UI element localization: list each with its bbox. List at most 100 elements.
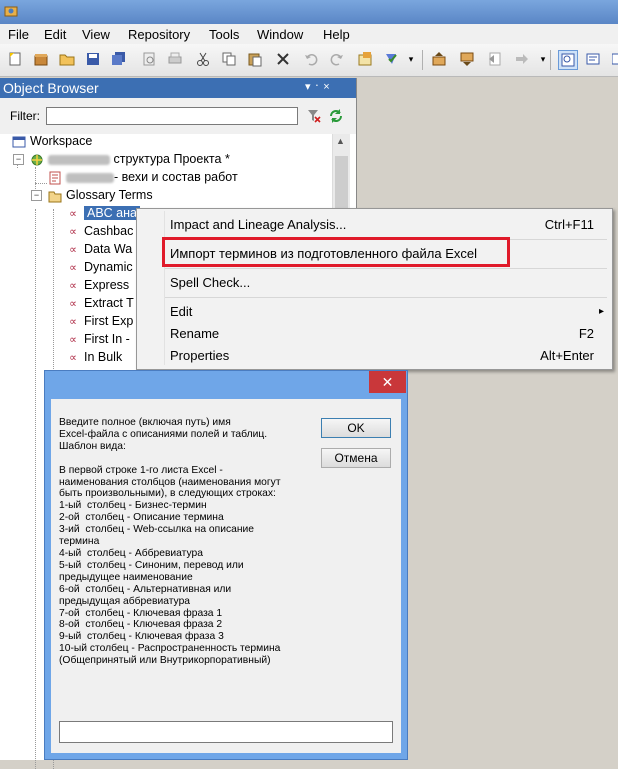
tree-node-label: Workspace (30, 134, 93, 148)
cut-icon[interactable] (194, 50, 212, 68)
arrow-right-icon[interactable] (512, 50, 530, 68)
collapse-icon[interactable]: − (13, 154, 24, 165)
tree-node-label: Cashbac (84, 224, 134, 238)
context-menu: Impact and Lineage Analysis... Ctrl+F11 И… (136, 208, 613, 370)
tree-line (35, 183, 47, 184)
filter-row: Filter: (0, 98, 356, 135)
menu-tools[interactable]: Tools (209, 27, 239, 42)
tree-node-label: Extract T (84, 296, 134, 310)
cancel-button[interactable]: Отмена (321, 448, 391, 468)
tree-node-term[interactable]: ∝ ABC ана (66, 204, 140, 222)
dropdown-icon[interactable]: ▾ (406, 50, 416, 68)
tree-node-term[interactable]: ∝ First Exp (66, 312, 133, 330)
copy-icon[interactable] (220, 50, 238, 68)
menu-item-spell-check[interactable]: Spell Check... (137, 272, 612, 294)
menu-item-edit[interactable]: Edit ▸ (137, 301, 612, 323)
menu-item-shortcut: F2 (578, 326, 594, 341)
menu-item-label: Edit (170, 304, 193, 319)
menu-file[interactable]: File (8, 27, 29, 42)
close-icon[interactable]: ✕ (369, 371, 406, 393)
print-icon[interactable] (166, 50, 184, 68)
import-dialog: ✕ Введите полное (включая путь) имя Exce… (44, 370, 408, 760)
redo-icon[interactable] (328, 50, 346, 68)
menu-item-rename[interactable]: Rename F2 (137, 323, 612, 345)
menu-separator (165, 268, 607, 269)
tree-node-label: - вехи и состав работ (114, 170, 238, 184)
tree-node-term[interactable]: ∝ First In - (66, 330, 130, 348)
panel-controls[interactable]: ▾ ᛫ × (305, 80, 330, 93)
list-icon[interactable] (608, 50, 618, 68)
refresh-icon[interactable] (328, 108, 344, 127)
tree-node-term[interactable]: ∝ Express (66, 276, 129, 294)
object-browser-title: Object Browser (3, 80, 99, 96)
dropdown-icon[interactable]: ▾ (538, 50, 548, 68)
folder-down-icon[interactable] (458, 50, 476, 68)
dialog-prompt: Введите полное (включая путь) имя Excel-… (59, 417, 281, 667)
ok-button[interactable]: OK (321, 418, 391, 438)
redacted-text (48, 154, 110, 165)
delete-icon[interactable] (274, 50, 292, 68)
tree-node-term[interactable]: ∝ Dynamic (66, 258, 133, 276)
tree-node-term[interactable]: ∝ Data Wa (66, 240, 132, 258)
file-path-input[interactable] (59, 721, 393, 743)
menu-window[interactable]: Window (257, 27, 303, 42)
filter-input[interactable] (46, 107, 298, 125)
menu-item-impact-lineage[interactable]: Impact and Lineage Analysis... Ctrl+F11 (137, 214, 612, 236)
tree-node-term[interactable]: ∝ In Bulk (66, 348, 122, 366)
tree-node-glossary-folder[interactable]: Glossary Terms (48, 186, 153, 204)
save-icon[interactable] (84, 50, 102, 68)
toolbar: ▾ ▾ (0, 44, 618, 77)
tree-node-label: First Exp (84, 314, 134, 328)
term-icon: ∝ (69, 351, 77, 364)
tree-node-term[interactable]: ∝ Extract T (66, 294, 134, 312)
app-icon (4, 4, 18, 18)
tree-node-label: Glossary Terms (66, 188, 153, 202)
tree-node-label: First In - (84, 332, 130, 346)
menu-item-label: Rename (170, 326, 220, 341)
tree-node-workspace[interactable]: Workspace (12, 132, 92, 150)
tree-node-label: Data Wa (84, 242, 133, 256)
tree-node-label: Express (84, 278, 130, 292)
open-folder-icon[interactable] (58, 50, 76, 68)
tree-node-label: ABC ана (84, 206, 140, 220)
print-preview-icon[interactable] (140, 50, 158, 68)
menu-view[interactable]: View (82, 27, 110, 42)
menu-edit[interactable]: Edit (44, 27, 66, 42)
save-all-icon[interactable] (110, 50, 128, 68)
browser-icon[interactable] (558, 50, 578, 70)
tree-node-label: структура Проекта * (113, 152, 230, 166)
menu-help[interactable]: Help (323, 27, 350, 42)
menu-item-label: Properties (170, 348, 230, 363)
scroll-up-icon[interactable]: ▲ (336, 136, 345, 146)
menu-item-shortcut: Alt+Enter (540, 348, 594, 363)
check-icon[interactable] (382, 50, 400, 68)
menu-item-shortcut: Ctrl+F11 (544, 217, 594, 232)
object-browser-header: Object Browser ▾ ᛫ × (0, 78, 356, 98)
menu-repository[interactable]: Repository (128, 27, 190, 42)
tree-node-diagram[interactable]: - вехи и состав работ (48, 168, 238, 186)
filter-label: Filter: (10, 109, 40, 123)
properties-icon[interactable] (356, 50, 374, 68)
term-icon: ∝ (69, 279, 77, 292)
menu-item-label: Impact and Lineage Analysis... (170, 217, 347, 232)
menu-item-properties[interactable]: Properties Alt+Enter (137, 345, 612, 367)
open-package-icon[interactable] (32, 50, 50, 68)
output-icon[interactable] (584, 50, 602, 68)
collapse-icon[interactable]: − (31, 190, 42, 201)
clear-filter-icon[interactable] (306, 108, 322, 127)
paste-icon[interactable] (246, 50, 264, 68)
tree-node-label: In Bulk (84, 350, 123, 364)
folder-up-icon[interactable] (430, 50, 448, 68)
folder-icon (48, 189, 62, 203)
dialog-body: Введите полное (включая путь) имя Excel-… (51, 399, 401, 753)
highlight-box (162, 237, 510, 267)
window-title-bar (0, 0, 618, 24)
diagram-icon (48, 171, 62, 185)
undo-icon[interactable] (302, 50, 320, 68)
tree-node-term[interactable]: ∝ Cashbac (66, 222, 133, 240)
toolbar-separator (422, 50, 423, 70)
new-icon[interactable] (6, 50, 24, 68)
tree-node-model[interactable]: структура Проекта * (30, 150, 230, 168)
arrow-left-icon[interactable] (486, 50, 504, 68)
model-icon (30, 153, 44, 167)
